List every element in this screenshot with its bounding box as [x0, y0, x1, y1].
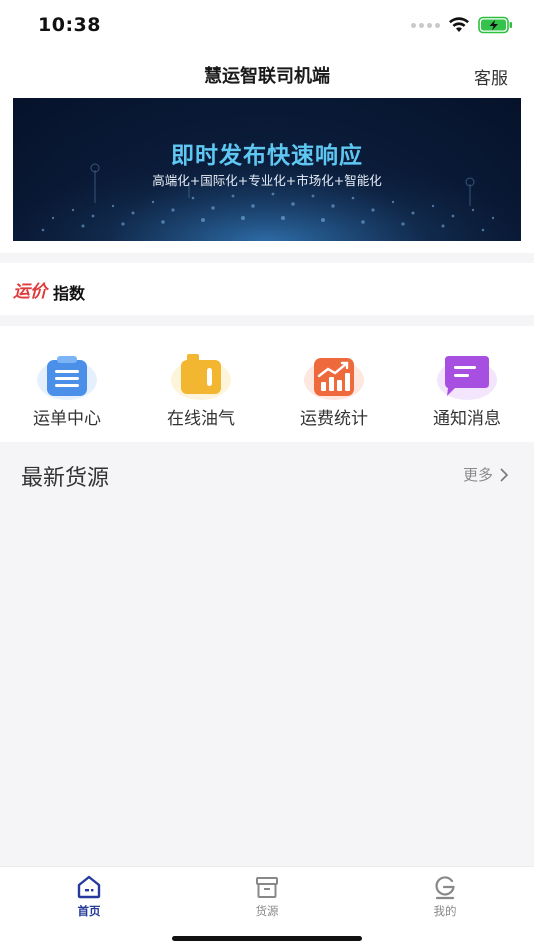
battery-charging-icon: [478, 16, 512, 34]
fuel-icon: [169, 352, 233, 402]
wifi-icon: [449, 17, 469, 32]
navigation-bar: 慧运智联司机端 客服: [0, 52, 534, 98]
latest-cargo-header: 最新货源 更多: [0, 442, 534, 504]
freight-index-label: 指数: [53, 284, 86, 303]
tab-cargo[interactable]: 货源: [178, 873, 356, 919]
chevron-right-icon: [500, 467, 508, 482]
banner-title: 即时发布快速响应: [171, 143, 363, 169]
clipboard-icon: [35, 352, 99, 402]
cellular-signal-icon: [411, 22, 440, 28]
quick-menu: 运单中心 在线油气 运费统计 通知消息: [0, 326, 534, 442]
quick-item-online-fuel[interactable]: 在线油气: [134, 326, 268, 442]
quick-item-notifications[interactable]: 通知消息: [400, 326, 534, 442]
profile-icon: [435, 876, 455, 900]
home-icon: [77, 875, 101, 899]
status-time: 10:38: [38, 14, 101, 36]
quick-item-freight-stats[interactable]: 运费统计: [267, 326, 401, 442]
freight-index-logo: 运价: [13, 282, 47, 302]
section-title: 最新货源: [21, 466, 110, 491]
status-icons: [411, 16, 514, 34]
quick-item-label: 通知消息: [433, 409, 501, 429]
quick-item-waybill-center[interactable]: 运单中心: [0, 326, 134, 442]
chart-icon: [302, 352, 366, 402]
banner-section: 即时发布快速响应 高端化+国际化+专业化+市场化+智能化: [0, 98, 534, 253]
cargo-box-icon: [256, 877, 278, 898]
quick-item-label: 在线油气: [167, 409, 235, 429]
tab-label: 货源: [255, 904, 279, 918]
latest-cargo-list: [0, 504, 534, 866]
quick-item-label: 运单中心: [33, 409, 101, 429]
tab-label: 我的: [433, 904, 457, 918]
tab-home[interactable]: 首页: [0, 873, 178, 919]
more-label: 更多: [462, 466, 493, 484]
quick-item-label: 运费统计: [300, 409, 368, 429]
customer-service-button[interactable]: 客服: [474, 64, 508, 89]
more-link[interactable]: 更多: [463, 464, 508, 485]
tab-profile[interactable]: 我的: [356, 873, 534, 919]
banner-subtitle: 高端化+国际化+专业化+市场化+智能化: [152, 173, 382, 188]
home-indicator[interactable]: [172, 936, 362, 941]
status-bar: 10:38: [0, 0, 534, 52]
freight-index-section[interactable]: 运价 指数: [0, 263, 534, 315]
tab-label: 首页: [77, 904, 101, 918]
promo-banner[interactable]: 即时发布快速响应 高端化+国际化+专业化+市场化+智能化: [13, 98, 521, 241]
page-title: 慧运智联司机端: [204, 66, 330, 87]
message-icon: [435, 352, 499, 402]
